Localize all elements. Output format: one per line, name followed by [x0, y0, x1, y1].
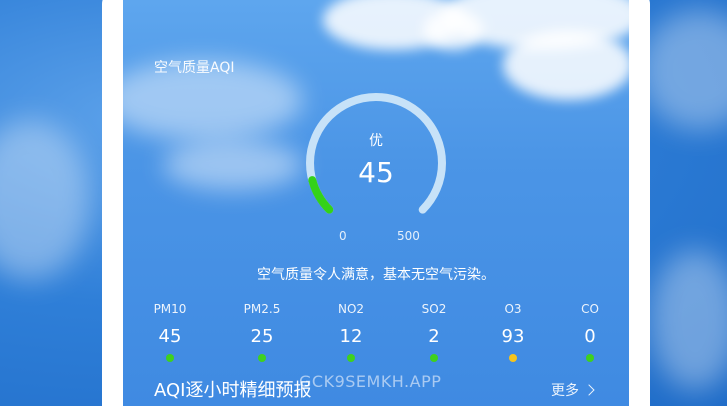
pollutant-list: PM10 45 PM2.5 25 NO2 12 SO2 2 O3 93 CO 0 [123, 300, 629, 370]
gauge-track [306, 93, 446, 214]
pollutant-value: 2 [428, 326, 440, 347]
pollutant-name: SO2 [421, 302, 447, 316]
pollutant-pm25[interactable]: PM2.5 25 [222, 300, 302, 362]
aqi-level: 优 [369, 133, 383, 149]
pollutant-value: 93 [501, 326, 525, 347]
background-cloud [0, 120, 90, 280]
pollutant-o3[interactable]: O3 93 [473, 300, 553, 362]
status-dot-icon [166, 354, 174, 362]
status-dot-icon [586, 354, 594, 362]
status-dot-icon [509, 354, 517, 362]
status-dot-icon [258, 354, 266, 362]
watermark: GCK9SEMKH.APP [299, 372, 442, 391]
more-label: 更多 [551, 383, 579, 399]
aqi-value: 45 [358, 156, 394, 189]
background-cloud [650, 250, 727, 390]
air-quality-screen: 空气质量AQI 优 45 0 500 空气质量令人满意，基本无空气污染。 PM1… [123, 0, 629, 406]
hourly-forecast-title: AQI逐小时精细预报 [154, 380, 312, 401]
aqi-section-title: 空气质量AQI [154, 60, 235, 76]
pollutant-so2[interactable]: SO2 2 [394, 300, 474, 362]
pollutant-value: 45 [158, 326, 182, 347]
sky-cloud [503, 30, 629, 100]
pollutant-name: O3 [504, 302, 522, 316]
more-button[interactable]: 更多 [551, 380, 595, 400]
background-cloud [640, 10, 727, 130]
pollutant-value: 0 [584, 326, 596, 347]
aqi-description: 空气质量令人满意，基本无空气污染。 [257, 267, 495, 283]
pollutant-co[interactable]: CO 0 [550, 300, 629, 362]
pollutant-name: NO2 [337, 302, 365, 316]
pollutant-value: 12 [339, 326, 363, 347]
gauge-scale-min: 0 [339, 229, 347, 243]
pollutant-name: CO [581, 302, 599, 316]
pollutant-name: PM10 [153, 302, 187, 316]
pollutant-value: 25 [250, 326, 274, 347]
pollutant-name: PM2.5 [243, 302, 281, 316]
pollutant-no2[interactable]: NO2 12 [311, 300, 391, 362]
status-dot-icon [347, 354, 355, 362]
pollutant-pm10[interactable]: PM10 45 [130, 300, 210, 362]
gauge-scale-max: 500 [397, 229, 420, 243]
status-dot-icon [430, 354, 438, 362]
chevron-right-icon [583, 384, 595, 396]
